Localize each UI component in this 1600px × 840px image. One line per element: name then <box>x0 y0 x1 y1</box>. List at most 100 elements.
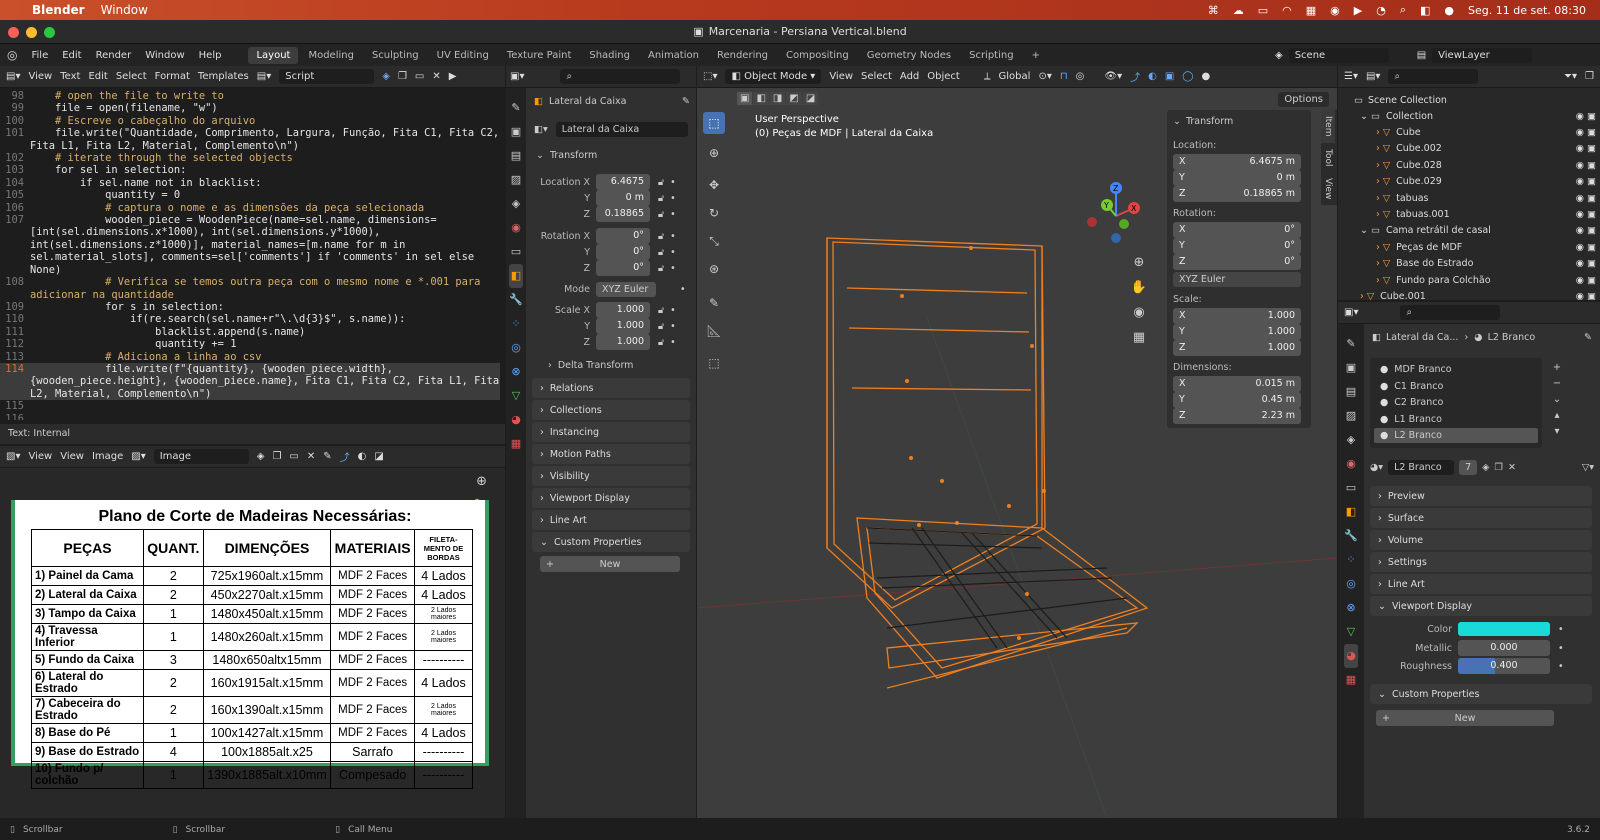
preview-section[interactable]: › Preview <box>1370 486 1592 506</box>
object-tab-icon[interactable]: ◧ <box>509 264 523 288</box>
metallic-slider[interactable]: 0.000 <box>1458 640 1550 656</box>
lock-icon[interactable]: 🔓︎ <box>658 209 664 220</box>
run-script-icon[interactable]: ▶ <box>449 71 457 82</box>
texture-tab-icon[interactable]: ▦ <box>1344 668 1358 692</box>
pin-icon[interactable]: ✎ <box>682 96 690 107</box>
viewport-display-section[interactable]: ⌄ Viewport Display <box>1370 596 1592 616</box>
workspace-tab[interactable]: Sculpting <box>364 47 427 64</box>
zoom-icon[interactable]: ⊕ <box>1129 250 1149 275</box>
unlink-icon[interactable]: ✕ <box>307 451 315 462</box>
outliner-item[interactable]: › ▽ Peças de MDF ◉ ▣ <box>1376 239 1596 255</box>
viewport-menu-select[interactable]: Select <box>861 71 892 82</box>
slot-menu-icon[interactable]: ⌄ <box>1550 392 1564 408</box>
fake-user-icon[interactable]: ◈ <box>382 71 390 82</box>
scale-x-field[interactable]: 1.000 <box>596 302 650 318</box>
eye-icon[interactable]: ◉ ▣ <box>1576 193 1596 204</box>
outliner-item[interactable]: ⌄ ▭ Collection ◉ ▣ <box>1360 108 1596 124</box>
pin-icon[interactable]: ✎ <box>323 451 331 462</box>
physics-tab-icon[interactable]: ◎ <box>1344 572 1358 596</box>
roughness-slider[interactable]: 0.400 <box>1458 658 1550 674</box>
minimize-window-button[interactable] <box>26 27 37 38</box>
custom-properties-section[interactable]: ⌄ Custom Properties <box>532 532 690 552</box>
text-menu-edit[interactable]: Edit <box>88 71 107 82</box>
volume-section[interactable]: › Volume <box>1370 530 1592 550</box>
render-tab-icon[interactable]: ▣ <box>1344 356 1358 380</box>
modifier-tab-icon[interactable]: 🔧 <box>509 288 523 312</box>
image-datablock-icon[interactable]: ▨▾ <box>131 451 145 462</box>
eye-icon[interactable]: ◉ ▣ <box>1576 291 1596 300</box>
scene-collection-row[interactable]: ▭ Scene Collection <box>1354 92 1447 108</box>
navigation-gizmo[interactable]: X Z Y <box>1082 178 1150 246</box>
eye-icon[interactable]: ◉ ▣ <box>1576 225 1596 236</box>
workspace-tab[interactable]: Layout <box>248 46 299 64</box>
collection-tab-icon[interactable]: ▭ <box>509 240 523 264</box>
workspace-tab[interactable]: Geometry Nodes <box>859 47 959 64</box>
eye-icon[interactable]: ◉ ▣ <box>1576 143 1596 154</box>
material-name-field[interactable]: L2 Branco <box>1388 460 1455 475</box>
n-scale-z-field[interactable]: Z 1.000 <box>1173 340 1301 356</box>
material-slot[interactable]: ● MDF Branco <box>1374 362 1538 377</box>
render-tab-icon[interactable]: ▣ <box>509 120 523 144</box>
code-line[interactable]: 102 # iterate through the selected objec… <box>0 152 500 164</box>
control-center-icon[interactable]: ◧ <box>1420 4 1430 17</box>
view-layer-tab-icon[interactable]: ▨ <box>509 168 523 192</box>
user-count[interactable]: 7 <box>1459 460 1478 475</box>
workspace-tab[interactable]: Shading <box>581 47 638 64</box>
code-line[interactable]: 105 quantity = 0 <box>0 189 500 201</box>
tool-tab-icon[interactable]: ✎ <box>509 96 523 120</box>
eye-icon[interactable]: ◉ ▣ <box>1576 176 1596 187</box>
location-y-field[interactable]: 0 m <box>596 190 650 206</box>
new-collection-icon[interactable]: ❐ <box>1585 71 1594 82</box>
code-line[interactable]: 99 file = open(filename, "w") <box>0 102 500 114</box>
orientation-icon[interactable]: ⟂ <box>984 71 991 82</box>
workspace-tab[interactable]: Compositing <box>778 47 857 64</box>
snap-icon[interactable]: ⊓ <box>1060 71 1068 82</box>
app-menu[interactable]: Blender <box>32 3 85 17</box>
sidebar-tab-item[interactable]: Item <box>1321 110 1335 143</box>
account-icon[interactable]: ◉ <box>1330 4 1340 17</box>
particles-tab-icon[interactable]: ⁘ <box>509 312 523 336</box>
solid-shading-icon[interactable]: ● <box>1202 71 1211 82</box>
keyframe-dot[interactable]: • <box>1558 643 1564 654</box>
n-location-x-field[interactable]: X 6.4675 m <box>1173 154 1301 170</box>
new-custom-property-button[interactable]: + New <box>1376 710 1554 726</box>
lock-icon[interactable]: 🔓︎ <box>658 231 664 242</box>
eye-icon[interactable]: ◉ ▣ <box>1576 275 1596 286</box>
open-folder-icon[interactable]: ▭ <box>415 71 424 82</box>
workspace-tab[interactable]: UV Editing <box>429 47 497 64</box>
keyframe-dot[interactable]: • <box>670 263 676 274</box>
close-window-button[interactable] <box>8 27 19 38</box>
orientation-selector[interactable]: Global <box>999 71 1031 82</box>
menu-window[interactable]: Window <box>138 50 191 61</box>
text-menu-view[interactable]: View <box>28 71 52 82</box>
constraints-tab-icon[interactable]: ⊗ <box>509 360 523 384</box>
workspace-tab[interactable]: Scripting <box>961 47 1021 64</box>
outliner-item[interactable]: › ▽ Fundo para Colchão ◉ ▣ <box>1376 272 1596 288</box>
editor-type-icon[interactable]: ▤▾ <box>6 71 20 82</box>
display-mode-icon[interactable]: ▤▾ <box>1366 71 1380 82</box>
zoom-window-button[interactable] <box>44 27 55 38</box>
n-location-z-field[interactable]: Z 0.18865 m <box>1173 186 1301 202</box>
scene-tab-icon[interactable]: ◈ <box>509 192 523 216</box>
material-slot[interactable]: ● C2 Branco <box>1374 395 1538 410</box>
motion-paths-section[interactable]: › Motion Paths <box>532 444 690 464</box>
add-workspace-icon[interactable]: + <box>1024 47 1048 64</box>
code-line[interactable]: 109 for s in selection: <box>0 301 500 313</box>
chevron-down-icon[interactable]: ⌄ <box>536 150 544 161</box>
lock-icon[interactable]: 🔓︎ <box>658 247 664 258</box>
n-rotation-z-field[interactable]: Z 0° <box>1173 254 1301 270</box>
constraints-tab-icon[interactable]: ⊗ <box>1344 596 1358 620</box>
menu-help[interactable]: Help <box>192 50 229 61</box>
instancing-section[interactable]: › Instancing <box>532 422 690 442</box>
particles-tab-icon[interactable]: ⁘ <box>1344 548 1358 572</box>
visibility-icon[interactable]: 👁︎▾ <box>1104 71 1122 82</box>
viewport-display-section[interactable]: › Viewport Display <box>532 488 690 508</box>
outliner-item[interactable]: › ▽ Cube ◉ ▣ <box>1376 124 1596 140</box>
material-tab-icon[interactable]: ◕ <box>509 408 523 432</box>
code-line[interactable]: 111 blacklist.append(s.name) <box>0 326 500 338</box>
properties-search[interactable]: ⌕ <box>1400 305 1501 320</box>
remove-slot-icon[interactable]: − <box>1550 376 1564 392</box>
code-line[interactable]: 107 wooden_piece = WoodenPiece(name=sel.… <box>0 214 500 276</box>
lock-icon[interactable]: 🔓︎ <box>658 321 664 332</box>
material-slot[interactable]: ● L2 Branco <box>1374 428 1538 443</box>
